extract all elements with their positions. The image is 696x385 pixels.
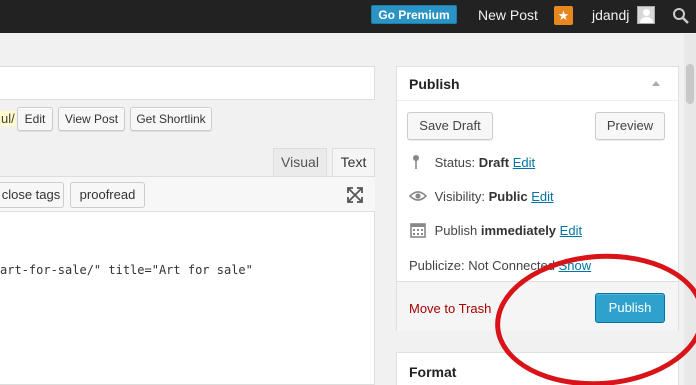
get-shortlink-button[interactable]: Get Shortlink — [130, 107, 212, 131]
proofread-button[interactable]: proofread — [70, 182, 145, 208]
publish-box-header[interactable]: Publish — [397, 67, 678, 101]
edit-status-link[interactable]: Edit — [513, 155, 535, 170]
edit-permalink-button[interactable]: Edit — [17, 107, 53, 131]
save-draft-button[interactable]: Save Draft — [407, 112, 493, 140]
move-to-trash-link[interactable]: Move to Trash — [409, 301, 491, 316]
view-post-button[interactable]: View Post — [58, 107, 125, 131]
visibility-label: Visibility: — [434, 189, 485, 204]
collapse-arrow-icon[interactable] — [652, 81, 660, 86]
new-post-link[interactable]: New Post — [478, 7, 538, 23]
publish-schedule-value: immediately — [480, 223, 557, 238]
pin-icon — [413, 155, 419, 169]
editor-code-line: art-for-sale/" title="Art for sale" — [0, 263, 253, 277]
visibility-value: Public — [488, 189, 528, 204]
close-tags-button[interactable]: close tags — [0, 182, 64, 208]
avatar[interactable] — [637, 6, 655, 24]
username-link[interactable]: jdandj — [592, 7, 629, 23]
calendar-icon — [410, 223, 426, 238]
quicktags-toolbar: close tags proofread — [0, 176, 375, 212]
fullscreen-icon[interactable] — [345, 185, 365, 205]
tab-text[interactable]: Text — [332, 148, 375, 176]
publish-box-title: Publish — [409, 76, 460, 92]
go-premium-button[interactable]: Go Premium — [371, 5, 457, 24]
edit-visibility-link[interactable]: Edit — [531, 189, 553, 204]
post-title-input[interactable] — [0, 66, 375, 100]
format-box-title: Format — [409, 364, 457, 380]
status-row: Status: Draft Edit — [409, 154, 535, 170]
notifications-star-icon[interactable]: ★ — [554, 6, 573, 25]
search-icon[interactable] — [671, 6, 691, 26]
edit-schedule-link[interactable]: Edit — [560, 223, 582, 238]
eye-icon — [409, 191, 427, 201]
visibility-row: Visibility: Public Edit — [409, 188, 554, 204]
publish-schedule-row: Publish immediately Edit — [409, 222, 582, 238]
admin-bar: Go Premium New Post ★ jdandj — [0, 0, 696, 33]
screen: Go Premium New Post ★ jdandj ul/ Edit Vi… — [0, 0, 696, 385]
publish-schedule-label: Publish — [434, 223, 478, 238]
status-label: Status: — [434, 155, 476, 170]
status-value: Draft — [478, 155, 510, 170]
permalink-slug: ul/ — [0, 111, 16, 126]
preview-button[interactable]: Preview — [595, 112, 665, 140]
scrollbar-thumb[interactable] — [686, 64, 694, 104]
tab-visual[interactable]: Visual — [273, 148, 327, 176]
